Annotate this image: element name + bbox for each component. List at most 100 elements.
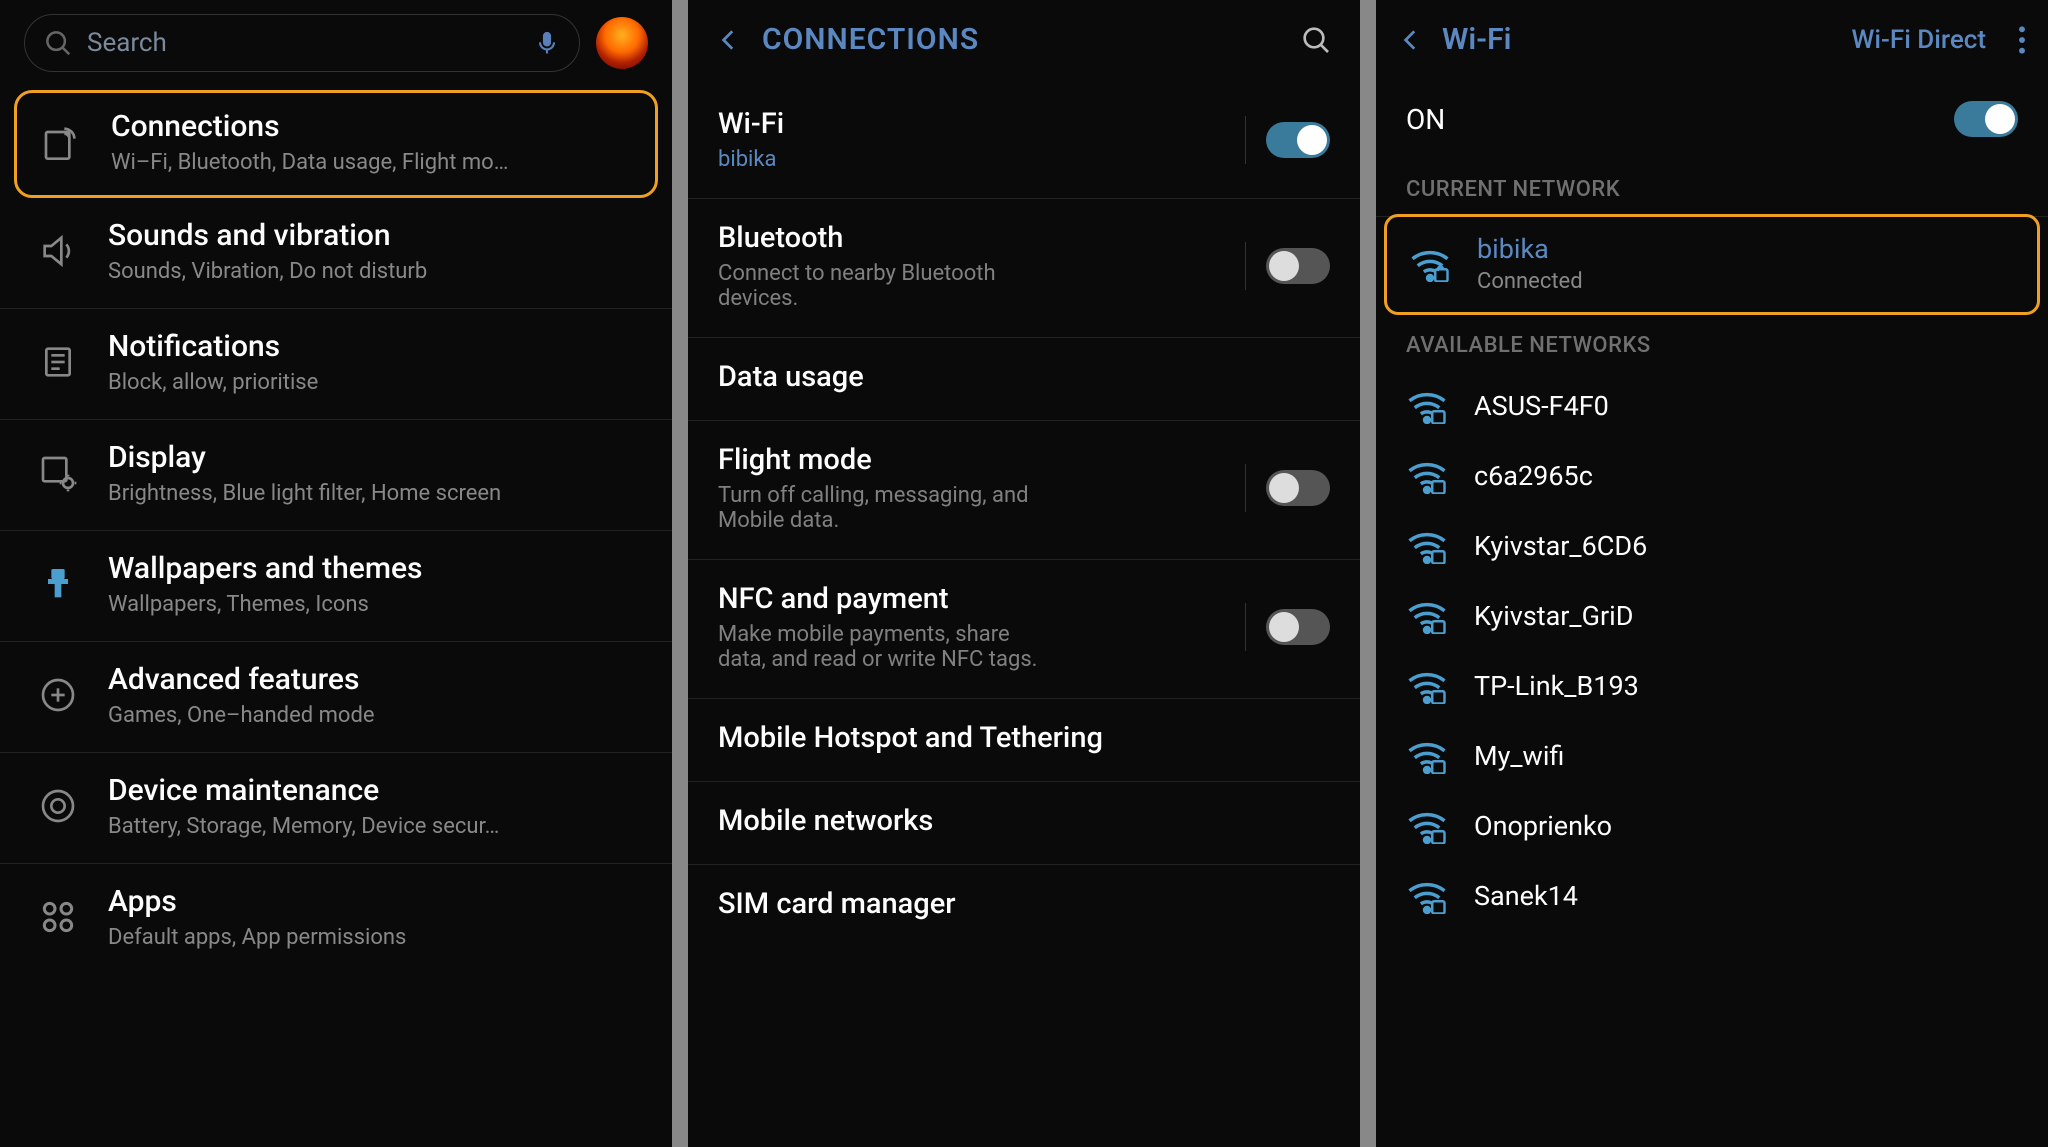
nfc-item[interactable]: NFC and payment Make mobile payments, sh… xyxy=(688,560,1360,699)
separator xyxy=(1245,116,1246,164)
item-title: Flight mode xyxy=(718,443,1225,477)
nfc-toggle[interactable] xyxy=(1266,609,1330,645)
flight-toggle[interactable] xyxy=(1266,470,1330,506)
connections-icon xyxy=(39,120,83,164)
item-sounds[interactable]: Sounds and vibration Sounds, Vibration, … xyxy=(0,198,672,309)
wifi-item[interactable]: Wi-Fi bibika xyxy=(688,85,1360,199)
item-display[interactable]: Display Brightness, Blue light filter, H… xyxy=(0,420,672,531)
wifi-panel: Wi-Fi Wi-Fi Direct ON CURRENT NETWORK bi… xyxy=(1376,0,2048,1147)
apps-icon xyxy=(36,895,80,939)
hotspot-item[interactable]: Mobile Hotspot and Tethering xyxy=(688,699,1360,782)
item-title: Bluetooth xyxy=(718,221,1225,255)
wifi-network-row[interactable]: Onoprienko xyxy=(1376,792,2048,862)
gear-plus-icon xyxy=(36,673,80,717)
available-networks-list: ASUS-F4F0 c6a2965c Kyivstar_6CD6 Kyivstar_G… xyxy=(1376,372,2048,932)
back-icon[interactable] xyxy=(716,27,742,53)
item-title: Mobile networks xyxy=(718,804,1330,838)
separator xyxy=(1245,242,1246,290)
header-title: CONNECTIONS xyxy=(762,22,1280,57)
microphone-icon[interactable] xyxy=(533,29,561,57)
wifi-network-row[interactable]: TP-Link_B193 xyxy=(1376,652,2048,722)
header-title: Wi-Fi xyxy=(1442,22,1834,57)
item-connections[interactable]: Connections Wi–Fi, Bluetooth, Data usage… xyxy=(14,90,658,198)
more-icon[interactable] xyxy=(2018,24,2026,56)
header: Wi-Fi Wi-Fi Direct xyxy=(1376,0,2048,83)
mobile-networks-item[interactable]: Mobile networks xyxy=(688,782,1360,865)
ssid: My_wifi xyxy=(1474,740,1564,772)
ssid: c6a2965c xyxy=(1474,460,1593,492)
item-subtitle: bibika xyxy=(718,147,1048,172)
item-notifications[interactable]: Notifications Block, allow, prioritise xyxy=(0,309,672,420)
item-title: Apps xyxy=(108,884,644,919)
back-icon[interactable] xyxy=(1398,27,1424,53)
available-networks-label: AVAILABLE NETWORKS xyxy=(1376,315,2048,372)
wifi-signal-icon xyxy=(1406,738,1448,774)
wifi-network-row[interactable]: Kyivstar_GriD xyxy=(1376,582,2048,652)
settings-panel: Search Connections Wi–Fi, Bluetooth, Dat… xyxy=(0,0,672,1147)
data-usage-item[interactable]: Data usage xyxy=(688,338,1360,421)
item-title: Display xyxy=(108,440,644,475)
item-title: Data usage xyxy=(718,360,1330,394)
item-maintenance[interactable]: Device maintenance Battery, Storage, Mem… xyxy=(0,753,672,864)
ssid: ASUS-F4F0 xyxy=(1474,390,1609,422)
item-wallpapers[interactable]: Wallpapers and themes Wallpapers, Themes… xyxy=(0,531,672,642)
refresh-icon xyxy=(36,784,80,828)
status: Connected xyxy=(1477,269,1583,294)
item-subtitle: Make mobile payments, share data, and re… xyxy=(718,622,1048,672)
ssid: Kyivstar_GriD xyxy=(1474,600,1633,632)
ssid: bibika xyxy=(1477,233,1583,265)
wifi-master-switch[interactable]: ON xyxy=(1376,83,2048,159)
item-apps[interactable]: Apps Default apps, App permissions xyxy=(0,864,672,974)
separator xyxy=(1245,603,1246,651)
item-title: Wi-Fi xyxy=(718,107,1225,141)
wifi-network-row[interactable]: Kyivstar_6CD6 xyxy=(1376,512,2048,582)
wifi-direct-button[interactable]: Wi-Fi Direct xyxy=(1852,25,1986,55)
wifi-signal-icon xyxy=(1406,598,1448,634)
wifi-network-row[interactable]: ASUS-F4F0 xyxy=(1376,372,2048,442)
item-subtitle: Sounds, Vibration, Do not disturb xyxy=(108,259,644,284)
header: CONNECTIONS xyxy=(688,0,1360,85)
wifi-network-row[interactable]: My_wifi xyxy=(1376,722,2048,792)
search-icon[interactable] xyxy=(1300,24,1332,56)
wifi-toggle[interactable] xyxy=(1266,122,1330,158)
display-icon xyxy=(36,451,80,495)
item-title: Notifications xyxy=(108,329,644,364)
notifications-icon xyxy=(36,340,80,384)
wifi-network-row[interactable]: Sanek14 xyxy=(1376,862,2048,932)
wifi-signal-icon xyxy=(1406,458,1448,494)
wifi-network-row[interactable]: c6a2965c xyxy=(1376,442,2048,512)
sim-item[interactable]: SIM card manager xyxy=(688,865,1360,947)
item-title: Device maintenance xyxy=(108,773,644,808)
item-subtitle: Block, allow, prioritise xyxy=(108,370,644,395)
item-subtitle: Default apps, App permissions xyxy=(108,925,644,950)
flight-mode-item[interactable]: Flight mode Turn off calling, messaging,… xyxy=(688,421,1360,560)
profile-avatar[interactable] xyxy=(596,17,648,69)
bluetooth-item[interactable]: Bluetooth Connect to nearby Bluetooth de… xyxy=(688,199,1360,338)
ssid: TP-Link_B193 xyxy=(1474,670,1639,702)
item-advanced[interactable]: Advanced features Games, One–handed mode xyxy=(0,642,672,753)
current-network-label: CURRENT NETWORK xyxy=(1376,159,2048,217)
item-title: Sounds and vibration xyxy=(108,218,644,253)
search-placeholder: Search xyxy=(87,28,519,58)
speaker-icon xyxy=(36,229,80,273)
wifi-signal-icon xyxy=(1406,668,1448,704)
current-network-row[interactable]: bibika Connected xyxy=(1384,214,2040,315)
item-subtitle: Turn off calling, messaging, and Mobile … xyxy=(718,483,1048,533)
search-input[interactable]: Search xyxy=(24,14,580,72)
item-subtitle: Wallpapers, Themes, Icons xyxy=(108,592,644,617)
item-subtitle: Brightness, Blue light filter, Home scre… xyxy=(108,481,644,506)
wifi-signal-icon xyxy=(1409,246,1451,282)
search-row: Search xyxy=(0,0,672,90)
separator xyxy=(1245,464,1246,512)
wifi-on-toggle[interactable] xyxy=(1954,101,2018,137)
item-subtitle: Battery, Storage, Memory, Device secur… xyxy=(108,814,644,839)
item-title: Wallpapers and themes xyxy=(108,551,644,586)
item-subtitle: Games, One–handed mode xyxy=(108,703,644,728)
wifi-on-label: ON xyxy=(1406,103,1954,136)
bluetooth-toggle[interactable] xyxy=(1266,248,1330,284)
item-title: Mobile Hotspot and Tethering xyxy=(718,721,1330,755)
wifi-signal-icon xyxy=(1406,808,1448,844)
wifi-signal-icon xyxy=(1406,878,1448,914)
item-title: Advanced features xyxy=(108,662,644,697)
ssid: Kyivstar_6CD6 xyxy=(1474,530,1647,562)
